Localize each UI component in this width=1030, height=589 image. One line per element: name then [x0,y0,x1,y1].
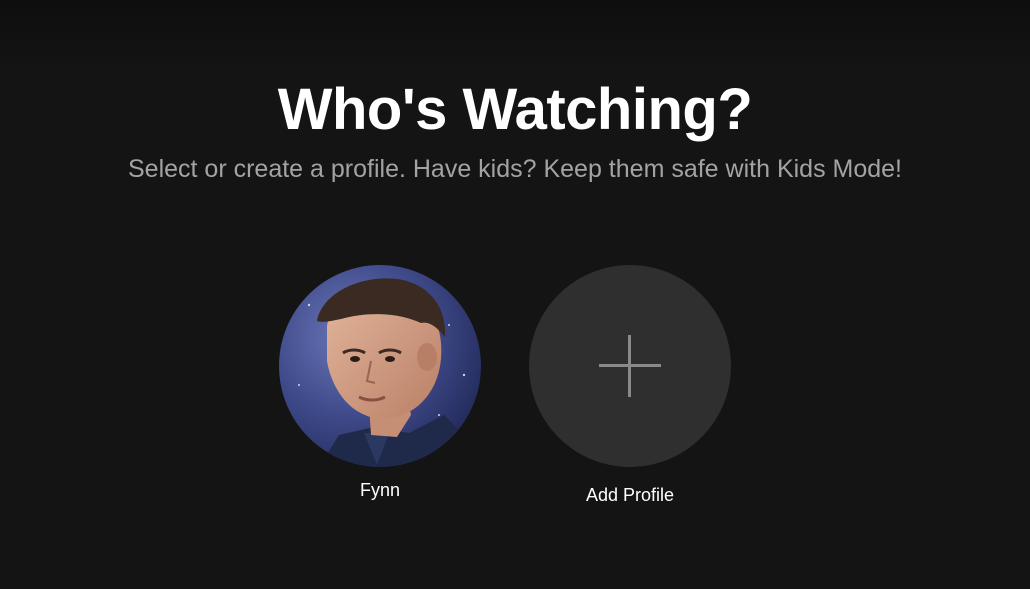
add-profile-circle[interactable] [529,265,731,467]
profile-fynn[interactable]: Fynn [278,265,482,501]
top-gradient [0,0,1030,70]
add-profile-button[interactable]: Add Profile [528,265,732,506]
profile-name[interactable]: Fynn [278,479,482,501]
add-profile-label[interactable]: Add Profile [528,484,732,506]
profile-avatar-photo[interactable] [279,265,481,467]
avatar-illustration [279,265,481,467]
page-title: Who's Watching? [277,77,753,142]
plus-icon [599,335,661,397]
page-subtitle: Select or create a profile. Have kids? K… [128,155,902,183]
